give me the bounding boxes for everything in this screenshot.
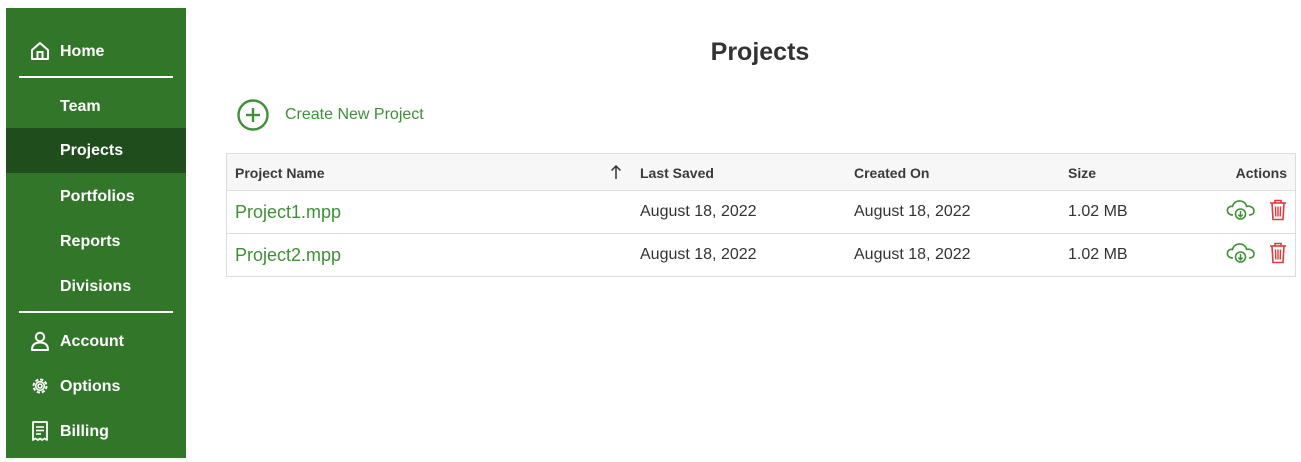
cloud-download-icon[interactable] <box>1225 198 1257 222</box>
user-icon <box>31 331 49 351</box>
size-cell: 1.02 MB <box>1068 203 1128 220</box>
last-saved-cell: August 18, 2022 <box>640 203 757 220</box>
column-header-actions: Actions <box>1235 165 1287 181</box>
plus-circle-icon <box>237 99 269 131</box>
trash-icon[interactable] <box>1268 241 1288 265</box>
sidebar-item-projects[interactable]: Projects <box>6 128 186 173</box>
size-cell: 1.02 MB <box>1068 246 1128 263</box>
receipt-icon <box>32 421 48 441</box>
sidebar-item-label: Team <box>60 97 101 115</box>
sidebar-item-label: Projects <box>60 141 124 159</box>
sidebar-item-divisions[interactable]: Divisions <box>6 264 186 309</box>
column-header-last-saved[interactable]: Last Saved <box>640 165 714 181</box>
table-row: Project2.mpp August 18, 2022 August 18, … <box>227 234 1295 277</box>
sidebar-item-options[interactable]: Options <box>6 364 186 409</box>
project-name-link[interactable]: Project2.mpp <box>235 245 341 266</box>
table-header: Project Name Last Saved Created On Size … <box>227 154 1295 191</box>
page-title: Projects <box>710 38 810 66</box>
sidebar-item-account[interactable]: Account <box>6 319 186 364</box>
sidebar-item-label: Home <box>60 42 105 60</box>
column-header-project-name[interactable]: Project Name <box>235 165 324 181</box>
project-name-link[interactable]: Project1.mpp <box>235 202 341 223</box>
sidebar: Home Team Projects Portfolios Reports Di… <box>6 8 186 458</box>
column-header-created-on[interactable]: Created On <box>854 165 929 181</box>
column-header-size[interactable]: Size <box>1068 165 1096 181</box>
home-icon <box>31 42 49 60</box>
create-new-project-button[interactable]: Create New Project <box>236 98 424 132</box>
gear-icon <box>32 378 48 394</box>
nav-divider <box>19 76 173 78</box>
sidebar-item-label: Divisions <box>60 277 132 295</box>
sort-ascending-icon[interactable] <box>609 163 623 181</box>
last-saved-cell: August 18, 2022 <box>640 246 757 263</box>
sidebar-item-portfolios[interactable]: Portfolios <box>6 174 186 219</box>
sidebar-item-label: Billing <box>60 422 109 440</box>
sidebar-item-billing[interactable]: Billing <box>6 409 186 454</box>
sidebar-item-home[interactable]: Home <box>6 29 186 74</box>
nav-divider <box>19 311 173 313</box>
cloud-download-icon[interactable] <box>1225 241 1257 265</box>
sidebar-item-label: Portfolios <box>60 187 135 205</box>
sidebar-item-label: Account <box>60 332 124 350</box>
table-row: Project1.mpp August 18, 2022 August 18, … <box>227 191 1295 234</box>
create-new-project-label: Create New Project <box>285 106 424 123</box>
sidebar-item-team[interactable]: Team <box>6 84 186 129</box>
created-on-cell: August 18, 2022 <box>854 246 971 263</box>
trash-icon[interactable] <box>1268 198 1288 222</box>
projects-table: Project Name Last Saved Created On Size … <box>226 153 1296 277</box>
created-on-cell: August 18, 2022 <box>854 203 971 220</box>
sidebar-item-reports[interactable]: Reports <box>6 219 186 264</box>
sidebar-item-label: Options <box>60 377 121 395</box>
sidebar-item-label: Reports <box>60 232 121 250</box>
